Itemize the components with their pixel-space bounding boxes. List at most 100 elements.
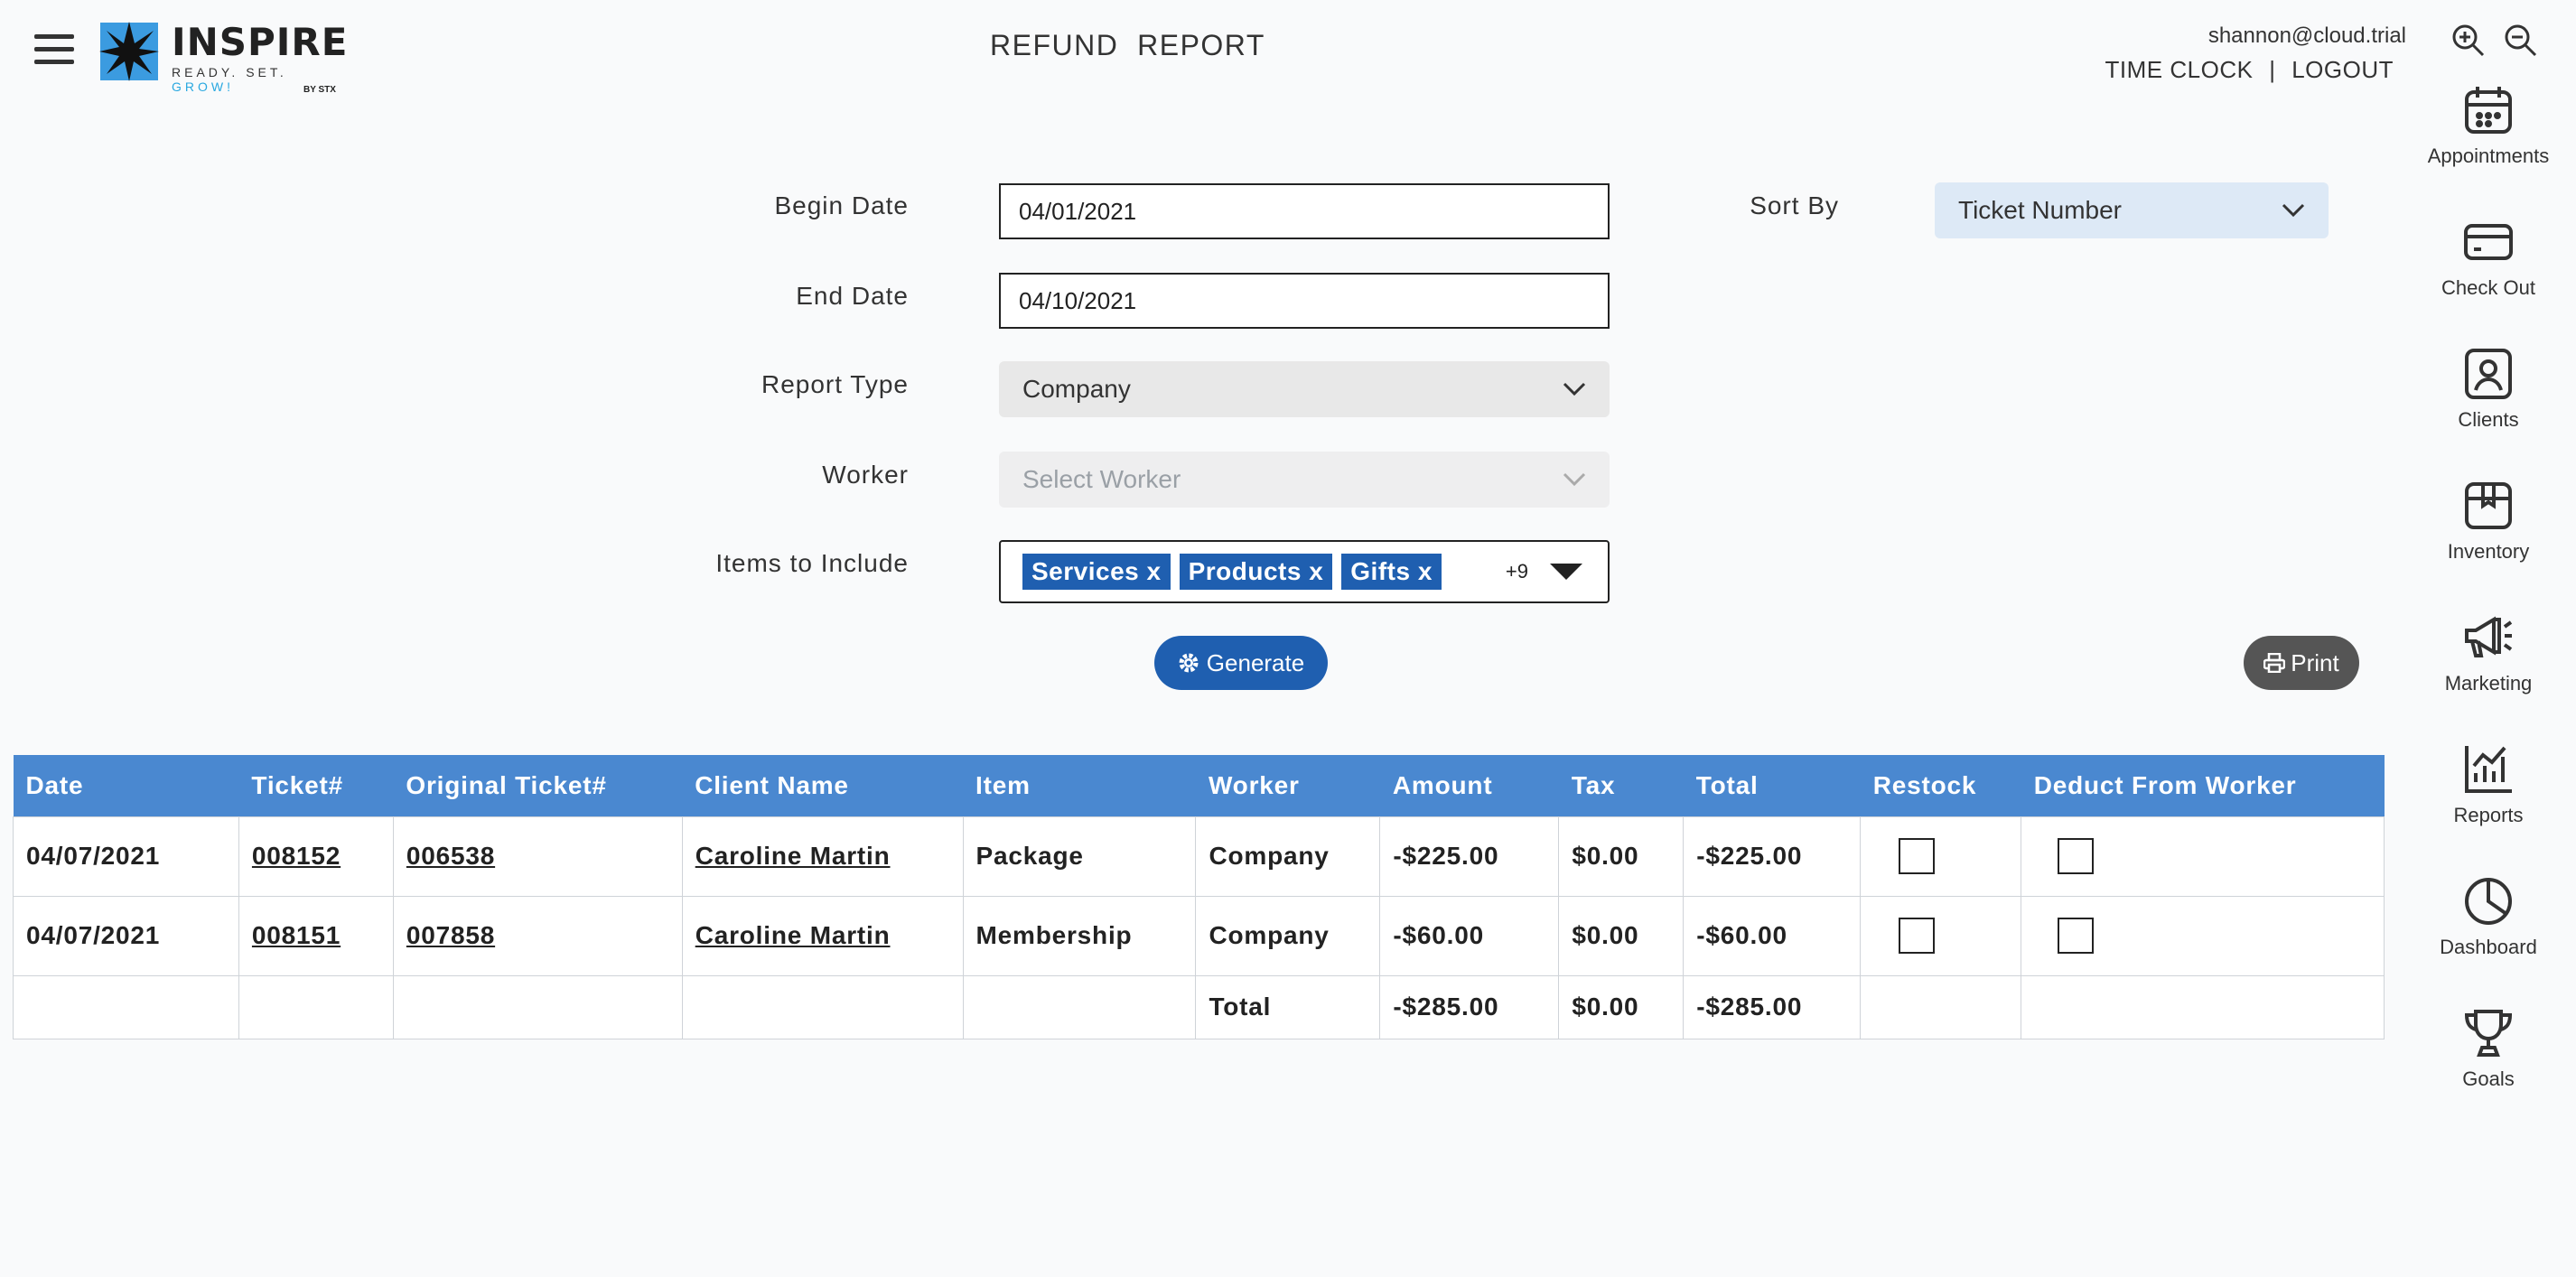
megaphone-icon — [2465, 616, 2513, 657]
chip-products[interactable]: Products x — [1179, 554, 1333, 590]
deduct-from-worker-checkbox[interactable] — [2058, 838, 2095, 874]
col-header-amount[interactable]: Amount — [1379, 755, 1559, 816]
col-header-restock[interactable]: Restock — [1860, 755, 2021, 816]
cell-total: -$60.00 — [1683, 895, 1862, 976]
cell-item: Membership — [962, 895, 1197, 976]
cell-amount: -$60.00 — [1379, 895, 1560, 976]
items-to-include-label: Items to Include — [715, 549, 909, 577]
chevron-down-icon — [1563, 382, 1586, 396]
client-link[interactable]: Caroline Martin — [695, 842, 891, 870]
sidebar-item-appointments[interactable]: Appointments — [2403, 83, 2574, 191]
cell-original-ticket: 006538 — [392, 816, 683, 897]
table-row: 04/07/2021 008151 007858 Caroline Martin… — [13, 895, 2385, 976]
col-header-total[interactable]: Total — [1683, 755, 1861, 816]
menu-icon[interactable] — [34, 34, 74, 67]
sidebar-item-reports[interactable]: Reports — [2403, 742, 2574, 851]
sidebar-item-clients[interactable]: Clients — [2403, 347, 2574, 455]
col-header-deduct-from-worker[interactable]: Deduct From Worker — [2021, 755, 2385, 816]
restock-checkbox[interactable] — [1899, 838, 1936, 874]
chip-gifts[interactable]: Gifts x — [1341, 554, 1442, 590]
logo-star-icon — [99, 22, 159, 81]
report-type-label: Report Type — [761, 370, 909, 398]
total-label: Total — [1195, 974, 1381, 1039]
cell-deduct — [2021, 816, 2385, 897]
sidebar-item-goals[interactable]: Goals — [2403, 1006, 2574, 1114]
col-header-item[interactable]: Item — [963, 755, 1196, 816]
sidebar-item-dashboard[interactable]: Dashboard — [2403, 874, 2574, 983]
logout-link[interactable]: LOGOUT — [2291, 56, 2394, 83]
end-date-label: End Date — [796, 282, 909, 310]
sidebar-item-label: Clients — [2458, 408, 2519, 431]
col-header-tax[interactable]: Tax — [1558, 755, 1684, 816]
table-row: 04/07/2021 008152 006538 Caroline Martin… — [13, 816, 2385, 897]
col-header-worker[interactable]: Worker — [1195, 755, 1380, 816]
cell-restock — [1860, 816, 2022, 897]
print-label: Print — [2291, 648, 2339, 676]
caret-down-icon[interactable] — [1550, 564, 1582, 580]
worker-label: Worker — [822, 461, 909, 489]
end-date-input[interactable]: 04/10/2021 — [999, 273, 1610, 329]
begin-date-label: Begin Date — [774, 191, 909, 219]
original-ticket-link[interactable]: 006538 — [406, 842, 495, 870]
items-to-include-select[interactable]: Services x Products x Gifts x +9 — [999, 540, 1610, 603]
generate-button[interactable]: Generate — [1154, 636, 1328, 690]
cell-item: Package — [962, 816, 1197, 897]
trophy-icon — [2464, 1010, 2513, 1057]
sort-by-select[interactable]: Ticket Number — [1935, 182, 2329, 238]
sidebar-item-inventory[interactable]: Inventory — [2403, 479, 2574, 587]
logo-by: BY STX — [303, 85, 336, 95]
cell-date: 04/07/2021 — [13, 816, 239, 897]
sidebar-item-check-out[interactable]: Check Out — [2403, 215, 2574, 323]
cell-tax: $0.00 — [1558, 816, 1685, 897]
table-total-row: Total -$285.00 $0.00 -$285.00 — [13, 974, 2385, 1039]
cell-client-name: Caroline Martin — [681, 895, 964, 976]
cell-worker: Company — [1195, 816, 1381, 897]
col-header-ticket[interactable]: Ticket# — [238, 755, 394, 816]
chart-icon — [2465, 746, 2512, 793]
deduct-from-worker-checkbox[interactable] — [2058, 918, 2095, 954]
printer-icon — [2263, 653, 2286, 673]
sidebar-item-label: Marketing — [2444, 672, 2533, 694]
report-type-select[interactable]: Company — [999, 361, 1610, 417]
time-clock-link[interactable]: TIME CLOCK — [2105, 56, 2254, 83]
restock-checkbox[interactable] — [1899, 918, 1936, 954]
cell-worker: Company — [1195, 895, 1381, 976]
zoom-in-icon[interactable] — [2450, 22, 2486, 58]
col-header-original-ticket[interactable]: Original Ticket# — [393, 755, 683, 816]
sidebar-item-marketing[interactable]: Marketing — [2403, 611, 2574, 719]
cell-restock — [1860, 895, 2022, 976]
user-email: shannon@cloud.trial — [2207, 23, 2406, 48]
calendar-icon — [2465, 87, 2512, 134]
print-button[interactable]: Print — [2244, 636, 2359, 690]
page-title: REFUND REPORT — [990, 29, 1265, 61]
worker-select[interactable]: Select Worker — [999, 452, 1610, 508]
sidebar-item-label: Reports — [2453, 804, 2524, 826]
more-items-count: +9 — [1505, 560, 1528, 583]
col-header-date[interactable]: Date — [13, 755, 239, 816]
pie-chart-icon — [2465, 878, 2512, 925]
client-link[interactable]: Caroline Martin — [695, 921, 891, 949]
chevron-down-icon — [1563, 472, 1586, 487]
report-type-value: Company — [1022, 375, 1131, 403]
sidebar-item-label: Inventory — [2447, 540, 2530, 563]
header-links: TIME CLOCK | LOGOUT — [2105, 56, 2394, 84]
zoom-out-icon[interactable] — [2502, 22, 2538, 58]
cell-client-name: Caroline Martin — [681, 816, 964, 897]
logo-title: INSPIRE — [172, 20, 349, 64]
ticket-link[interactable]: 008151 — [252, 921, 341, 949]
sort-by-value: Ticket Number — [1958, 196, 2123, 224]
generate-label: Generate — [1206, 648, 1305, 676]
sidebar-item-label: Dashboard — [2440, 936, 2537, 958]
ticket-link[interactable]: 008152 — [252, 842, 341, 870]
cell-date: 04/07/2021 — [13, 895, 239, 976]
original-ticket-link[interactable]: 007858 — [406, 921, 495, 949]
chip-services[interactable]: Services x — [1022, 554, 1171, 590]
client-icon — [2465, 349, 2512, 399]
cell-tax: $0.00 — [1558, 895, 1685, 976]
logo: INSPIRE READY. SET. GROW! BY STX — [98, 18, 347, 95]
credit-card-icon — [2464, 224, 2513, 260]
col-header-client-name[interactable]: Client Name — [682, 755, 964, 816]
link-separator: | — [2269, 56, 2276, 83]
cell-ticket: 008151 — [238, 895, 394, 976]
gear-icon — [1179, 653, 1199, 673]
